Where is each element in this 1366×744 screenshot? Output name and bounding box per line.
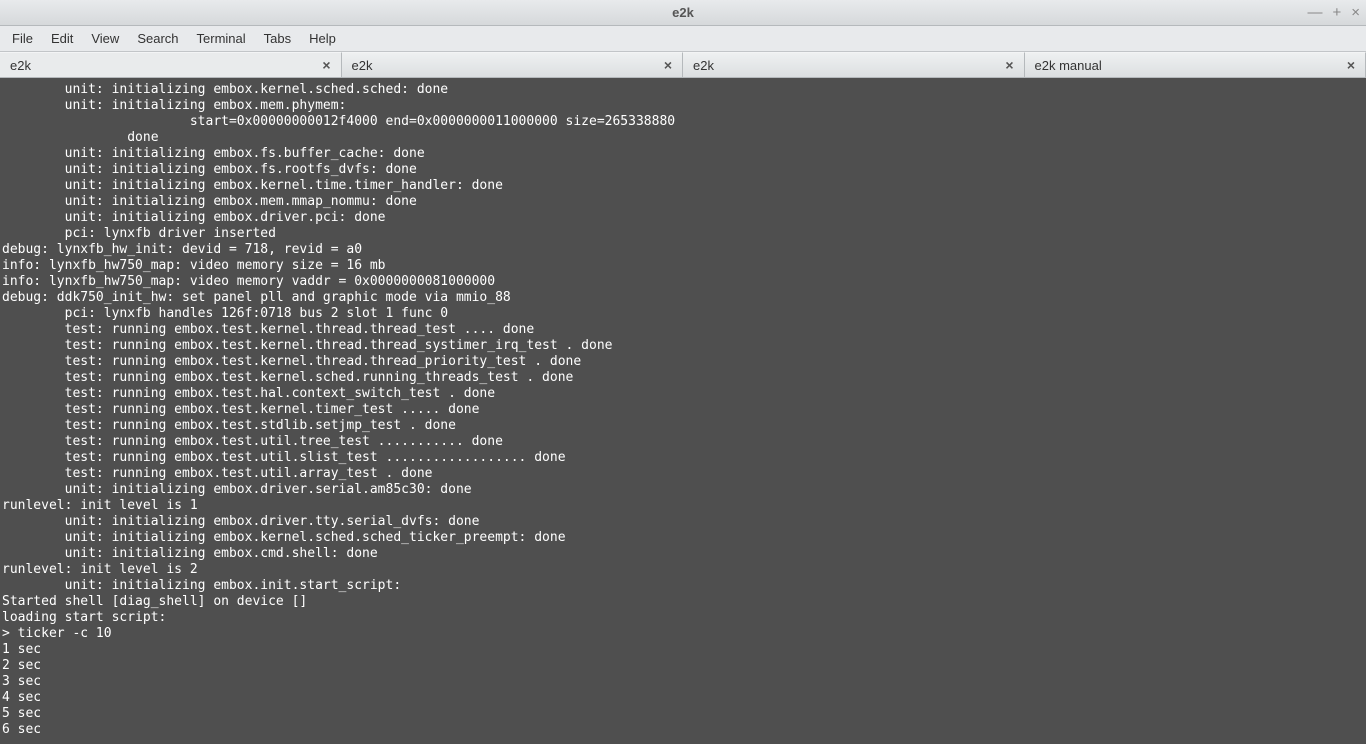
maximize-button[interactable]: +: [1332, 4, 1341, 21]
tab-label: e2k: [693, 58, 714, 73]
tab-0[interactable]: e2k ×: [0, 52, 342, 77]
tab-1[interactable]: e2k ×: [342, 52, 684, 77]
menu-view[interactable]: View: [83, 28, 127, 49]
minimize-button[interactable]: —: [1307, 4, 1322, 21]
menu-terminal[interactable]: Terminal: [189, 28, 254, 49]
tab-label: e2k manual: [1035, 58, 1102, 73]
window-buttons: — + ×: [1307, 0, 1360, 25]
close-icon[interactable]: ×: [1345, 57, 1357, 73]
window-titlebar: e2k — + ×: [0, 0, 1366, 26]
close-icon[interactable]: ×: [1003, 57, 1015, 73]
tab-3[interactable]: e2k manual ×: [1025, 52, 1366, 77]
tab-label: e2k: [10, 58, 31, 73]
menu-file[interactable]: File: [4, 28, 41, 49]
menu-edit[interactable]: Edit: [43, 28, 81, 49]
close-icon[interactable]: ×: [662, 57, 674, 73]
menu-tabs[interactable]: Tabs: [256, 28, 299, 49]
menu-bar: File Edit View Search Terminal Tabs Help: [0, 26, 1366, 52]
menu-help[interactable]: Help: [301, 28, 344, 49]
tab-bar: e2k × e2k × e2k × e2k manual ×: [0, 52, 1366, 78]
close-button[interactable]: ×: [1351, 4, 1360, 21]
window-title: e2k: [0, 5, 1366, 20]
terminal-output[interactable]: unit: initializing embox.kernel.sched.sc…: [0, 78, 1366, 744]
menu-search[interactable]: Search: [129, 28, 186, 49]
tab-2[interactable]: e2k ×: [683, 52, 1025, 77]
close-icon[interactable]: ×: [320, 57, 332, 73]
tab-label: e2k: [352, 58, 373, 73]
